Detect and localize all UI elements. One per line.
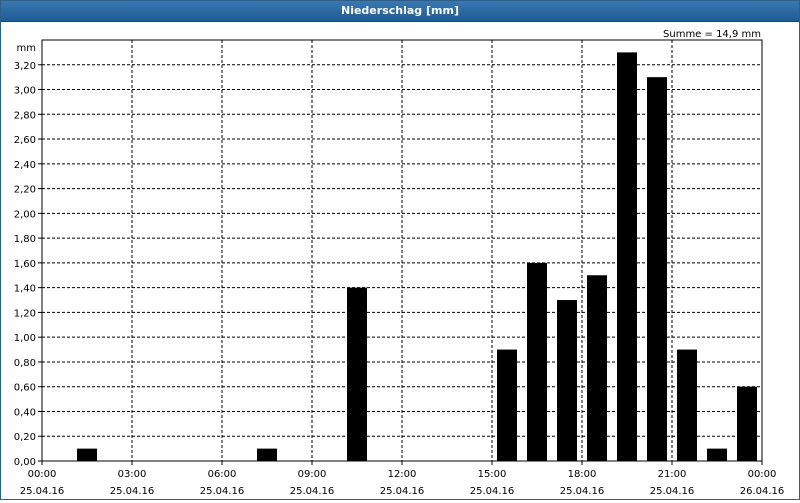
x-tick-time: 21:00 [658,469,687,480]
bar [707,448,727,461]
x-tick-date: 25.04.16 [110,486,155,497]
y-tick-label: 0,60 [14,383,36,394]
bar [527,262,547,461]
bar [347,287,367,461]
x-tick-time: 06:00 [208,469,237,480]
x-axis: 00:00 25.04.16 03:00 25.04.16 06:00 25.04.16 0… [20,461,785,497]
x-tick-date: 25.04.16 [650,486,695,497]
x-tick-date: 26.04.16 [740,486,785,497]
bar [77,448,97,461]
y-tick-label: 1,60 [14,259,36,270]
x-tick-date: 25.04.16 [560,486,605,497]
y-tick-label: 0,00 [14,457,36,468]
x-tick-date: 25.04.16 [380,486,425,497]
window-title: Niederschlag [mm] [1,1,799,22]
bar [737,386,757,461]
x-tick-time: 18:00 [568,469,597,480]
x-tick-time: 09:00 [298,469,327,480]
y-tick-label: 2,60 [14,135,36,146]
x-tick-time: 00:00 [748,469,777,480]
bar [557,300,577,461]
y-tick-label: 1,80 [14,234,36,245]
precipitation-chart: Summe = 14,9 mm mm 0,00 0,20 0,40 0,60 0,80 1… [14,29,785,497]
y-tick-label: 3,20 [14,61,36,72]
y-tick-label: 2,40 [14,160,36,171]
y-tick-label: 1,00 [14,333,36,344]
y-tick-label: 1,20 [14,308,36,319]
x-tick-time: 15:00 [478,469,507,480]
bar [677,349,697,461]
y-tick-label: 3,00 [14,86,36,97]
x-tick-time: 12:00 [388,469,417,480]
bar [617,52,637,461]
x-tick-date: 25.04.16 [470,486,515,497]
x-tick-date: 25.04.16 [200,486,245,497]
y-unit-label: mm [17,43,36,54]
y-tick-label: 1,40 [14,284,36,295]
y-tick-label: 2,20 [14,185,36,196]
y-tick-label: 2,80 [14,110,36,121]
y-axis: 0,00 0,20 0,40 0,60 0,80 1,00 1,20 1,40 1,60 1,80… [14,61,42,468]
bar [257,448,277,461]
bar [587,275,607,461]
x-tick-date: 25.04.16 [20,486,65,497]
chart-window: Niederschlag [mm] Summe = 14,9 mm mm 0,0… [0,0,800,500]
x-tick-time: 03:00 [118,469,147,480]
bar [647,77,667,461]
y-tick-label: 0,40 [14,407,36,418]
sum-label: Summe = 14,9 mm [663,29,761,40]
y-tick-label: 2,00 [14,209,36,220]
x-tick-time: 00:00 [28,469,57,480]
y-tick-label: 0,80 [14,358,36,369]
bar [497,349,517,461]
y-tick-label: 0,20 [14,432,36,443]
x-tick-date: 25.04.16 [290,486,335,497]
